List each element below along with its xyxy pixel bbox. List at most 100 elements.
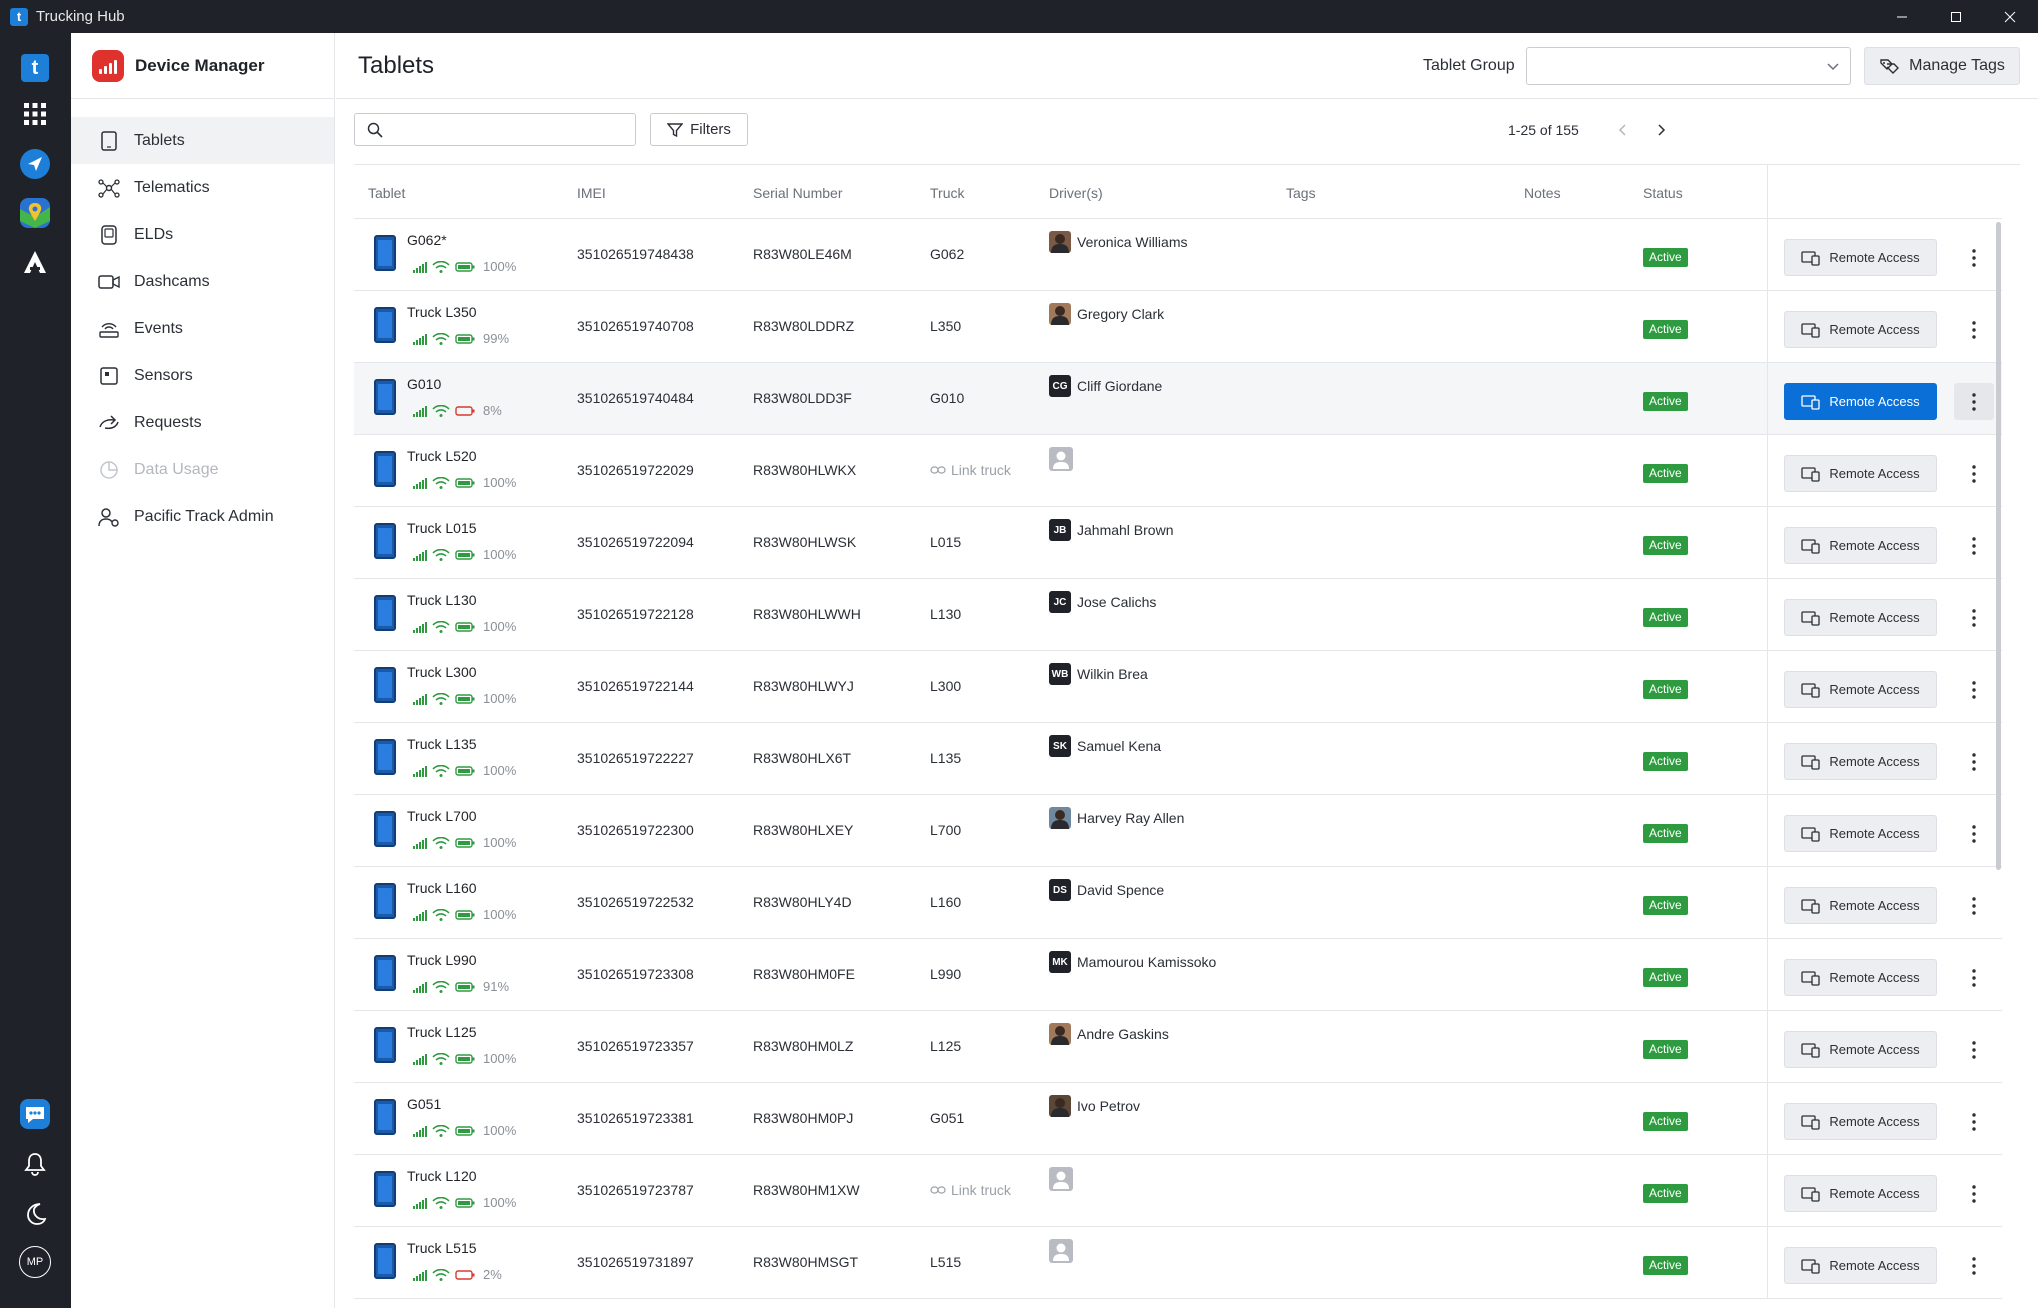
sidebar-item-events[interactable]: Events — [71, 305, 334, 352]
driver-cell[interactable]: Ivo Petrov — [1049, 1095, 1140, 1117]
column-header-status[interactable]: Status — [1643, 185, 1683, 201]
table-row[interactable]: G010 8% 351026519740484 R83W80LDD3F G010… — [354, 363, 2002, 435]
remote-access-button[interactable]: Remote Access — [1784, 815, 1937, 852]
rail-chat-button[interactable] — [17, 1096, 53, 1132]
sidebar-item-elds[interactable]: ELDs — [71, 211, 334, 258]
remote-access-button[interactable]: Remote Access — [1784, 959, 1937, 996]
table-row[interactable]: Truck L135 100% 351026519722227 R83W80HL… — [354, 723, 2002, 795]
driver-cell[interactable]: Veronica Williams — [1049, 231, 1187, 253]
row-more-options-button[interactable] — [1954, 455, 1994, 492]
column-header-drivers[interactable]: Driver(s) — [1049, 185, 1103, 201]
previous-page-button[interactable] — [1610, 117, 1636, 143]
row-more-options-button[interactable] — [1954, 815, 1994, 852]
table-row[interactable]: Truck L990 91% 351026519723308 R83W80HM0… — [354, 939, 2002, 1011]
maximize-button[interactable] — [1928, 0, 1984, 33]
sidebar-item-pacific-track-admin[interactable]: Pacific Track Admin — [71, 493, 334, 540]
rail-admin-app-button[interactable] — [17, 244, 53, 280]
sidebar-item-sensors[interactable]: Sensors — [71, 352, 334, 399]
table-row[interactable]: Truck L515 2% 351026519731897 R83W80HMSG… — [354, 1227, 2002, 1299]
driver-cell[interactable]: SK Samuel Kena — [1049, 735, 1161, 757]
driver-cell[interactable]: Harvey Ray Allen — [1049, 807, 1184, 829]
filters-button[interactable]: Filters — [650, 113, 748, 146]
table-row[interactable]: Truck L520 100% 351026519722029 R83W80HL… — [354, 435, 2002, 507]
table-row[interactable]: Truck L160 100% 351026519722532 R83W80HL… — [354, 867, 2002, 939]
remote-access-button[interactable]: Remote Access — [1784, 1103, 1937, 1140]
remote-access-button[interactable]: Remote Access — [1784, 311, 1937, 348]
row-more-options-button[interactable] — [1954, 1247, 1994, 1284]
remote-access-button[interactable]: Remote Access — [1784, 455, 1937, 492]
link-truck-button[interactable]: Link truck — [930, 462, 1011, 478]
remote-access-button[interactable]: Remote Access — [1784, 527, 1937, 564]
remote-access-button[interactable]: Remote Access — [1784, 743, 1937, 780]
remote-access-button[interactable]: Remote Access — [1784, 887, 1937, 924]
table-row[interactable]: Truck L120 100% 351026519723787 R83W80HM… — [354, 1155, 2002, 1227]
manage-tags-button[interactable]: Manage Tags — [1864, 47, 2020, 85]
driver-cell[interactable]: DS David Spence — [1049, 879, 1164, 901]
close-window-button[interactable] — [1982, 0, 2038, 33]
search-input[interactable] — [389, 118, 629, 142]
tablet-name: Truck L700 — [407, 808, 477, 824]
table-row[interactable]: Truck L125 100% 351026519723357 R83W80HM… — [354, 1011, 2002, 1083]
rail-notifications-button[interactable] — [17, 1146, 53, 1182]
table-row[interactable]: Truck L700 100% 351026519722300 R83W80HL… — [354, 795, 2002, 867]
driver-cell[interactable]: MK Mamourou Kamissoko — [1049, 951, 1216, 973]
remote-access-button[interactable]: Remote Access — [1784, 1247, 1937, 1284]
row-more-options-button[interactable] — [1954, 311, 1994, 348]
sidebar-item-dashcams[interactable]: Dashcams — [71, 258, 334, 305]
remote-access-button[interactable]: Remote Access — [1784, 383, 1937, 420]
rail-dark-mode-button[interactable] — [17, 1195, 53, 1231]
remote-access-button[interactable]: Remote Access — [1784, 671, 1937, 708]
rail-apps-grid-button[interactable] — [17, 96, 53, 132]
driver-cell[interactable]: WB Wilkin Brea — [1049, 663, 1148, 685]
row-more-options-button[interactable] — [1954, 239, 1994, 276]
table-row[interactable]: Truck L350 99% 351026519740708 R83W80LDD… — [354, 291, 2002, 363]
table-row[interactable]: G051 100% 351026519723381 R83W80HM0PJ G0… — [354, 1083, 2002, 1155]
remote-access-button[interactable]: Remote Access — [1784, 1175, 1937, 1212]
assign-driver-button[interactable] — [1049, 447, 1073, 471]
row-more-options-button[interactable] — [1954, 743, 1994, 780]
column-header-imei[interactable]: IMEI — [577, 185, 606, 201]
row-more-options-button[interactable] — [1954, 1031, 1994, 1068]
rail-maps-app-button[interactable] — [17, 195, 53, 231]
driver-cell[interactable]: Gregory Clark — [1049, 303, 1164, 325]
link-truck-button[interactable]: Link truck — [930, 1182, 1011, 1198]
row-more-options-button[interactable] — [1954, 671, 1994, 708]
user-avatar-button[interactable]: MP — [17, 1244, 53, 1280]
column-header-tablet[interactable]: Tablet — [368, 185, 405, 201]
tablet-group-select[interactable] — [1526, 47, 1851, 85]
driver-cell[interactable]: JB Jahmahl Brown — [1049, 519, 1174, 541]
sidebar-item-requests[interactable]: Requests — [71, 399, 334, 446]
column-header-truck[interactable]: Truck — [930, 185, 964, 201]
row-more-options-button[interactable] — [1954, 959, 1994, 996]
row-more-options-button[interactable] — [1954, 1103, 1994, 1140]
driver-cell[interactable]: CG Cliff Giordane — [1049, 375, 1162, 397]
column-header-notes[interactable]: Notes — [1524, 185, 1561, 201]
table-row[interactable]: G062* 100% 351026519748438 R83W80LE46M G… — [354, 219, 2002, 291]
assign-driver-button[interactable] — [1049, 1167, 1073, 1191]
column-header-serial-number[interactable]: Serial Number — [753, 185, 842, 201]
row-more-options-button[interactable] — [1954, 599, 1994, 636]
table-row[interactable]: Truck L015 100% 351026519722094 R83W80HL… — [354, 507, 2002, 579]
remote-access-button[interactable]: Remote Access — [1784, 1031, 1937, 1068]
battery-icon — [455, 765, 475, 776]
minimize-button[interactable] — [1874, 0, 1930, 33]
sidebar-item-telematics[interactable]: Telematics — [71, 164, 334, 211]
battery-percentage: 100% — [483, 835, 517, 850]
row-more-options-button[interactable] — [1954, 527, 1994, 564]
rail-navigation-app-button[interactable] — [17, 146, 53, 182]
row-more-options-button[interactable] — [1954, 887, 1994, 924]
table-scrollbar[interactable] — [1996, 222, 2001, 870]
column-header-tags[interactable]: Tags — [1286, 185, 1316, 201]
remote-access-button[interactable]: Remote Access — [1784, 599, 1937, 636]
assign-driver-button[interactable] — [1049, 1239, 1073, 1263]
row-more-options-button[interactable] — [1954, 383, 1994, 420]
remote-access-button[interactable]: Remote Access — [1784, 239, 1937, 276]
next-page-button[interactable] — [1648, 117, 1674, 143]
table-row[interactable]: Truck L130 100% 351026519722128 R83W80HL… — [354, 579, 2002, 651]
sidebar-item-tablets[interactable]: Tablets — [71, 117, 334, 164]
table-row[interactable]: Truck L300 100% 351026519722144 R83W80HL… — [354, 651, 2002, 723]
row-more-options-button[interactable] — [1954, 1175, 1994, 1212]
driver-cell[interactable]: Andre Gaskins — [1049, 1023, 1169, 1045]
driver-cell[interactable]: JC Jose Calichs — [1049, 591, 1156, 613]
rail-trucking-hub-button[interactable]: t — [17, 50, 53, 86]
